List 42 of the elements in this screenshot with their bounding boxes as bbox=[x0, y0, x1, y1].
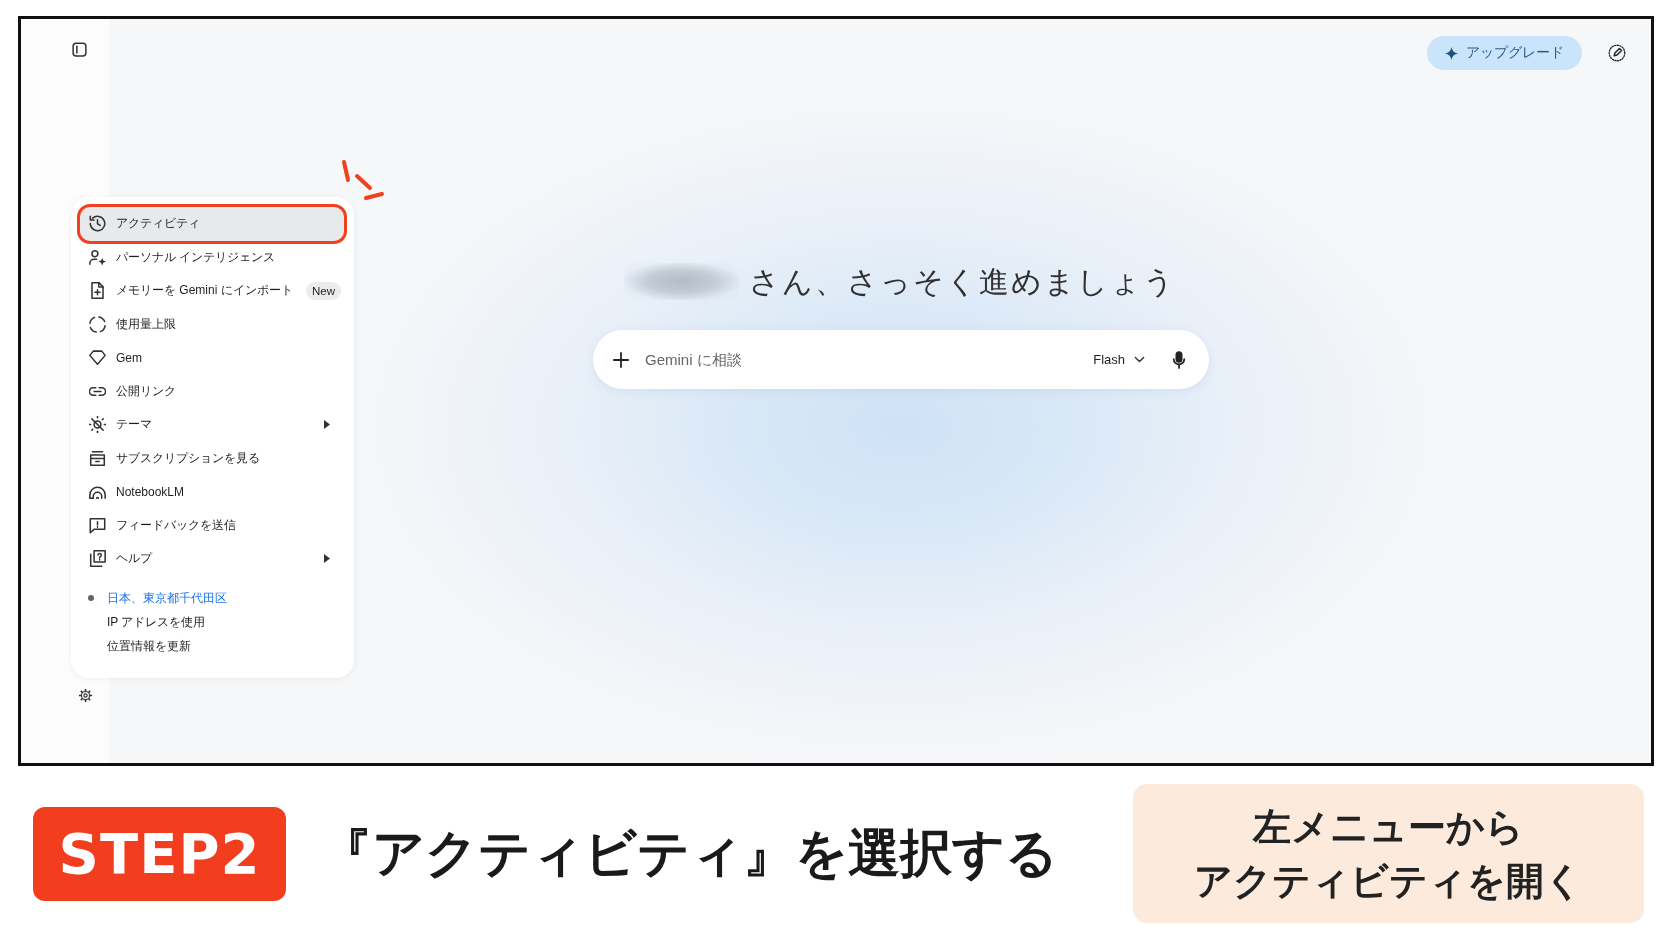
prompt-field[interactable]: Gemini に相談 Flash bbox=[593, 330, 1209, 389]
note-text: 左メニューから bbox=[1253, 804, 1524, 850]
settings-icon[interactable] bbox=[78, 688, 93, 703]
plus-icon[interactable] bbox=[613, 351, 629, 368]
sidebar-toggle-icon[interactable] bbox=[72, 42, 87, 57]
menu-item[interactable]: アクティビティ bbox=[80, 207, 344, 241]
menu-item[interactable]: メモリーを Gemini にインポート New bbox=[80, 274, 344, 308]
note-text: アクティビティを開く bbox=[1194, 858, 1583, 904]
menu-item[interactable]: 使用量上限 bbox=[80, 307, 344, 341]
edit-pencil-icon[interactable] bbox=[1608, 44, 1626, 62]
broken-ring-icon bbox=[89, 315, 106, 333]
location-link[interactable]: 日本、東京都千代田区 bbox=[107, 589, 227, 607]
menu-item[interactable]: Gem bbox=[80, 341, 344, 375]
greeting-text: さん、さっそく進めましょう bbox=[749, 264, 1176, 300]
menu-item[interactable]: フィードバックを送信 bbox=[80, 508, 344, 542]
menu-item[interactable]: 公開リンク bbox=[80, 374, 344, 408]
person-sparkle-icon bbox=[89, 248, 106, 266]
new-badge: New bbox=[306, 281, 341, 300]
diamond-icon bbox=[89, 349, 106, 367]
sparkle-icon bbox=[1445, 46, 1458, 60]
model-dropdown[interactable]: Flash bbox=[1093, 352, 1145, 367]
step-badge: STEP2 bbox=[33, 806, 286, 901]
menu-item[interactable]: サブスクリプションを見る bbox=[80, 441, 344, 475]
archive-box-icon bbox=[89, 449, 106, 467]
upgrade-button[interactable]: アップグレード bbox=[1427, 36, 1582, 70]
location-dot-icon bbox=[88, 595, 94, 601]
location-source-text: IP アドレスを使用 bbox=[107, 613, 206, 631]
document-plus-icon bbox=[89, 282, 106, 300]
menu-item[interactable]: テーマ bbox=[80, 408, 344, 442]
history-icon bbox=[89, 215, 106, 233]
microphone-icon[interactable] bbox=[1172, 350, 1186, 369]
menu-item[interactable]: NotebookLM bbox=[80, 475, 344, 509]
chevron-down-icon bbox=[1134, 356, 1145, 363]
menu-item[interactable]: パーソナル インテリジェンス bbox=[80, 240, 344, 274]
sun-icon bbox=[89, 416, 106, 434]
update-location-link[interactable]: 位置情報を更新 bbox=[107, 637, 191, 655]
emphasis-lines-icon bbox=[340, 158, 386, 202]
menu-item[interactable]: ヘルプ bbox=[80, 542, 344, 576]
feedback-icon bbox=[89, 516, 106, 534]
help-icon bbox=[89, 550, 106, 568]
step-title: 『アクティビティ』を選択する bbox=[320, 822, 1058, 884]
concentric-arcs-icon bbox=[89, 483, 106, 501]
